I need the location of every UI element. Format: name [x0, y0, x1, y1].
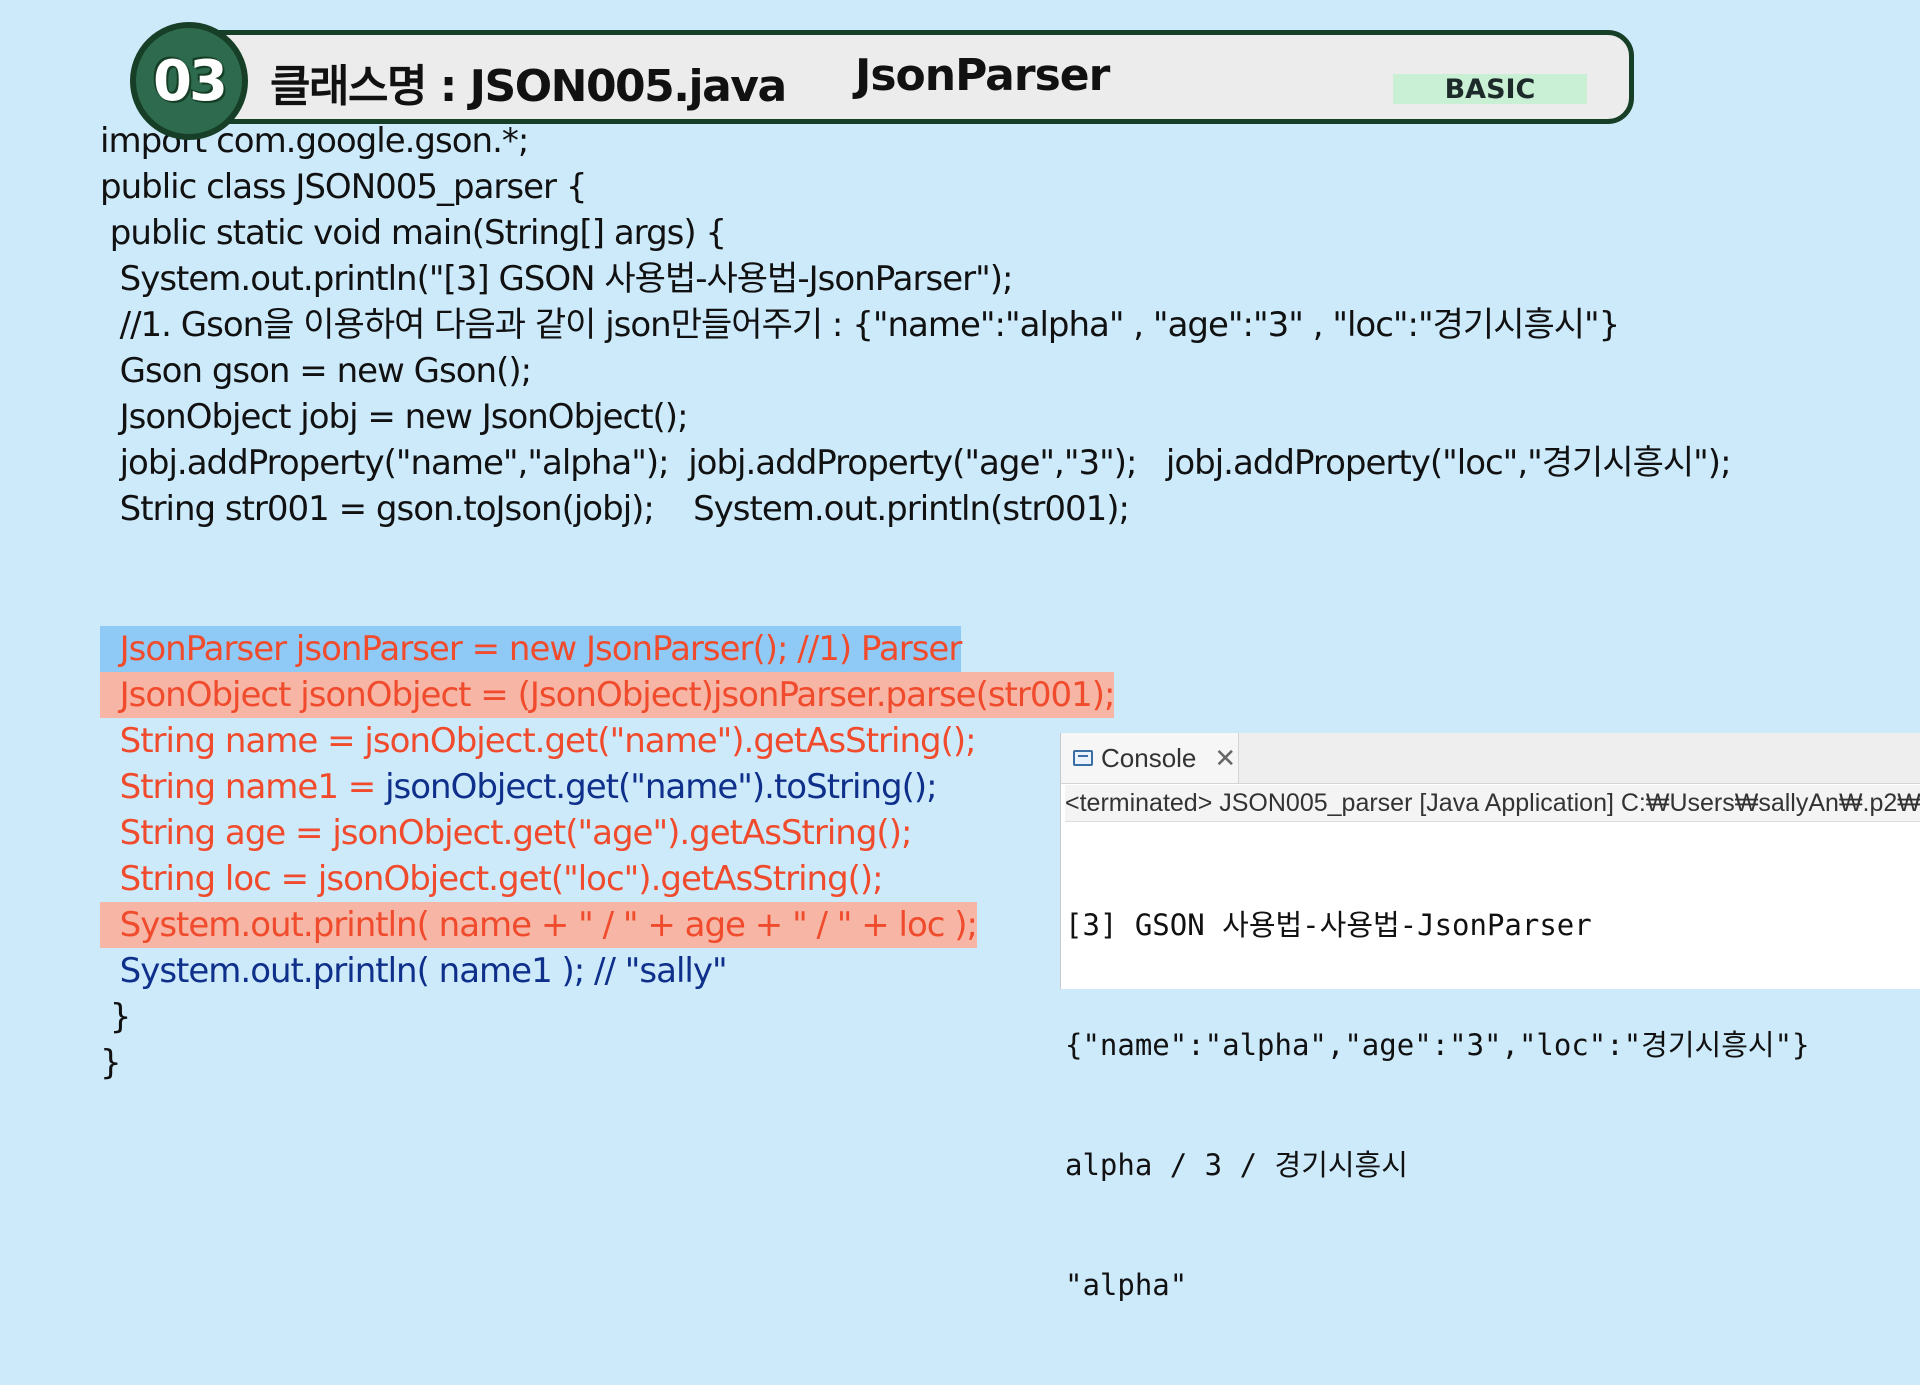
- code-line: String name = jsonObject.get("name").get…: [100, 721, 977, 761]
- console-status-line: <terminated> JSON005_parser [Java Applic…: [1065, 785, 1920, 822]
- code-line: //1. Gson을 이용하여 다음과 같이 json만들어주기 : {"nam…: [100, 305, 1621, 345]
- code-line: JsonObject jobj = new JsonObject();: [100, 397, 689, 437]
- console-output[interactable]: [3] GSON 사용법-사용법-JsonParser {"name":"alp…: [1065, 825, 1920, 1385]
- code-line: public class JSON005_parser {: [100, 167, 587, 207]
- code-line: String age = jsonObject.get("age").getAs…: [100, 813, 913, 853]
- console-output-line: {"name":"alpha","age":"3","loc":"경기시흥시"}: [1065, 1028, 1810, 1062]
- console-tab-label: Console: [1101, 742, 1197, 773]
- code-line: public static void main(String[] args) {: [100, 213, 727, 253]
- code-line-highlighted: System.out.println( name + " / " + age +…: [100, 902, 978, 948]
- console-icon: [1073, 750, 1093, 766]
- code-line: String name1 = jsonObject.get("name").to…: [100, 764, 938, 810]
- topic-subtitle: JsonParser: [855, 50, 1110, 101]
- console-output-line: [3] GSON 사용법-사용법-JsonParser: [1065, 908, 1592, 942]
- code-line: System.out.println("[3] GSON 사용법-사용법-Jso…: [100, 259, 1014, 299]
- code-line: System.out.println( name1 ); // "sally": [100, 951, 728, 991]
- code-segment: String name1 =: [100, 767, 386, 807]
- code-line: Gson gson = new Gson();: [100, 351, 532, 391]
- console-panel: Console ✕ <terminated> JSON005_parser [J…: [1060, 733, 1920, 1302]
- console-tab-bar: Console ✕: [1061, 733, 1920, 784]
- code-line: String str001 = gson.toJson(jobj); Syste…: [100, 489, 1130, 529]
- tab-console[interactable]: Console ✕: [1061, 733, 1239, 783]
- console-output-line: "alpha": [1065, 1268, 1188, 1302]
- close-icon[interactable]: ✕: [1214, 743, 1236, 774]
- code-segment: jsonObject.get("name").toString();: [385, 767, 938, 807]
- code-line: jobj.addProperty("name","alpha"); jobj.a…: [100, 443, 1732, 483]
- section-number-badge: 03: [130, 22, 248, 140]
- code-line: String loc = jsonObject.get("loc").getAs…: [100, 859, 884, 899]
- level-badge: BASIC: [1393, 74, 1587, 105]
- code-line-highlighted: JsonParser jsonParser = new JsonParser()…: [100, 626, 962, 672]
- code-line: }: [100, 1043, 122, 1083]
- code-line-highlighted: JsonObject jsonObject = (JsonObject)json…: [100, 672, 1115, 718]
- class-name-title: 클래스명 : JSON005.java: [270, 61, 787, 112]
- code-line: }: [100, 997, 132, 1037]
- console-output-line: alpha / 3 / 경기시흥시: [1065, 1148, 1408, 1182]
